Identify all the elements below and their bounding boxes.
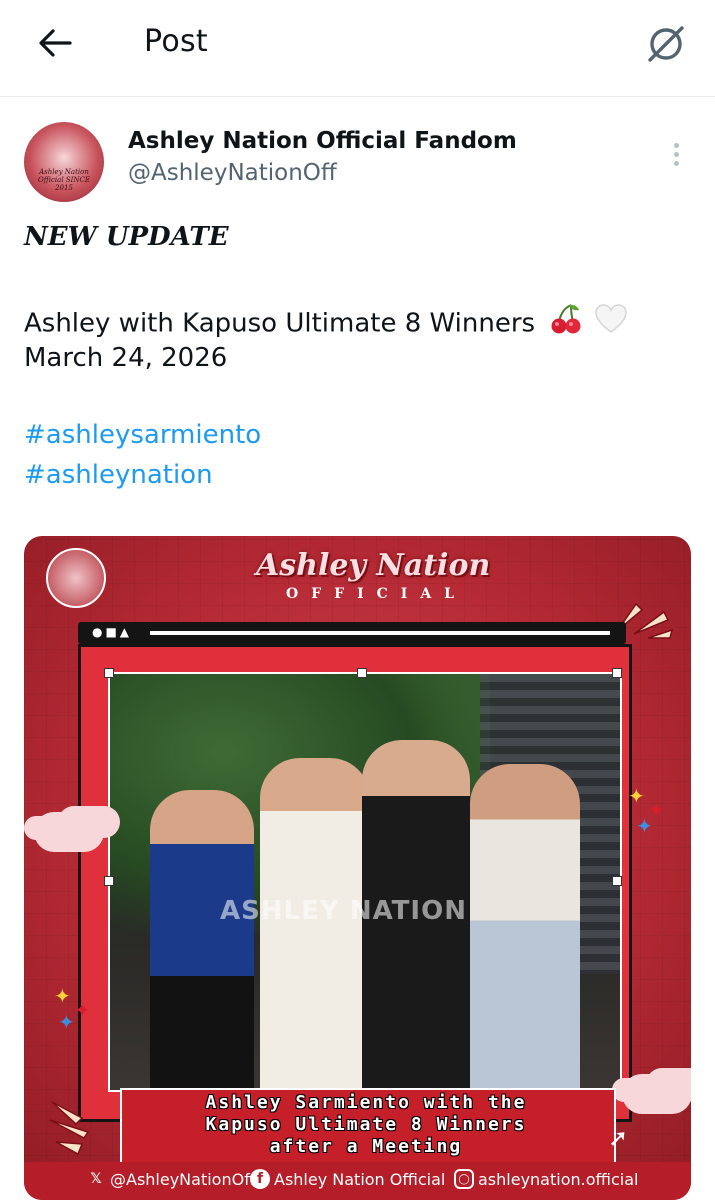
arrow-left-icon — [39, 29, 72, 57]
page-title: Post — [144, 24, 208, 59]
dot-icon — [673, 160, 679, 166]
cloud-decoration — [622, 1074, 691, 1114]
social-instagram-text: ashleynation.official — [478, 1169, 639, 1189]
post-line1-text: Ashley with Kapuso Ultimate 8 Winners — [24, 308, 536, 339]
back-button[interactable] — [30, 20, 80, 66]
fandom-logo — [46, 548, 106, 608]
author-handle[interactable]: @AshleyNationOff — [128, 160, 337, 186]
social-facebook: f Ashley Nation Official — [250, 1169, 445, 1189]
sparkle-icon: ✦ — [636, 814, 653, 838]
social-x: 𝕏 @AshleyNationOff — [86, 1169, 255, 1189]
social-links-bar: 𝕏 @AshleyNationOff f Ashley Nation Offic… — [24, 1162, 691, 1200]
brand-logo: Ashley Nation — [256, 548, 491, 583]
post-headline: NEW UPDATE — [24, 222, 229, 252]
address-bar-line — [150, 631, 610, 635]
caption-line: Kapuso Ultimate 8 Winners — [205, 1114, 527, 1135]
caption-line: Ashley Sarmiento with the — [205, 1092, 527, 1113]
selection-handle — [104, 876, 114, 886]
white-heart-icon — [594, 302, 628, 346]
person-1 — [150, 790, 254, 1090]
photo-caption: Ashley Sarmiento with the Kapuso Ultimat… — [120, 1092, 612, 1158]
sparkle-icon: ✦ — [54, 984, 71, 1008]
social-instagram: ◯ ashleynation.official — [454, 1169, 638, 1189]
sparkle-icon: ✦ — [628, 784, 645, 808]
more-options-button[interactable] — [662, 136, 690, 172]
cherries-icon — [549, 302, 583, 346]
avatar-text: Ashley Nation Official SINCE 2015 — [38, 168, 90, 192]
browser-bar: ●■▲ — [78, 622, 626, 644]
cursor-icon: ➚ — [608, 1124, 629, 1152]
sparkle-icon: ✦ — [58, 1010, 75, 1034]
facebook-icon: f — [250, 1169, 270, 1189]
selection-handle — [612, 876, 622, 886]
dot-icon — [673, 151, 679, 157]
caption-line: after a Meeting — [269, 1136, 463, 1157]
x-logo-icon: 𝕏 — [90, 1171, 102, 1187]
group-photo: ASHLEY NATION — [108, 672, 622, 1092]
burst-icon — [48, 1098, 108, 1156]
selection-handle — [612, 668, 622, 678]
browser-controls-icon: ●■▲ — [92, 625, 133, 639]
hashtag-link[interactable]: #ashleysarmiento — [24, 420, 261, 450]
watermark: ASHLEY NATION — [220, 896, 467, 926]
selection-handle — [104, 668, 114, 678]
hashtag-link[interactable]: #ashleynation — [24, 460, 213, 490]
avatar[interactable]: Ashley Nation Official SINCE 2015 — [24, 122, 104, 202]
sparkle-icon: ✦ — [74, 998, 91, 1022]
dot-icon — [673, 142, 679, 148]
post-date: March 24, 2026 — [24, 343, 228, 373]
post-image[interactable]: Ashley Nation OFFICIAL ●■▲ ASHLEY NATION… — [24, 536, 691, 1200]
grok-button[interactable] — [640, 18, 692, 70]
person-4 — [470, 764, 580, 1090]
social-x-text: @AshleyNationOff — [110, 1169, 256, 1189]
social-facebook-text: Ashley Nation Official — [274, 1169, 446, 1189]
instagram-icon: ◯ — [454, 1169, 474, 1189]
brand-subtitle: OFFICIAL — [286, 586, 468, 602]
author-name[interactable]: Ashley Nation Official Fandom — [128, 128, 517, 154]
grok-icon — [648, 26, 684, 62]
top-bar: Post — [0, 0, 715, 97]
selection-handle — [357, 668, 367, 678]
cloud-decoration — [34, 812, 104, 852]
